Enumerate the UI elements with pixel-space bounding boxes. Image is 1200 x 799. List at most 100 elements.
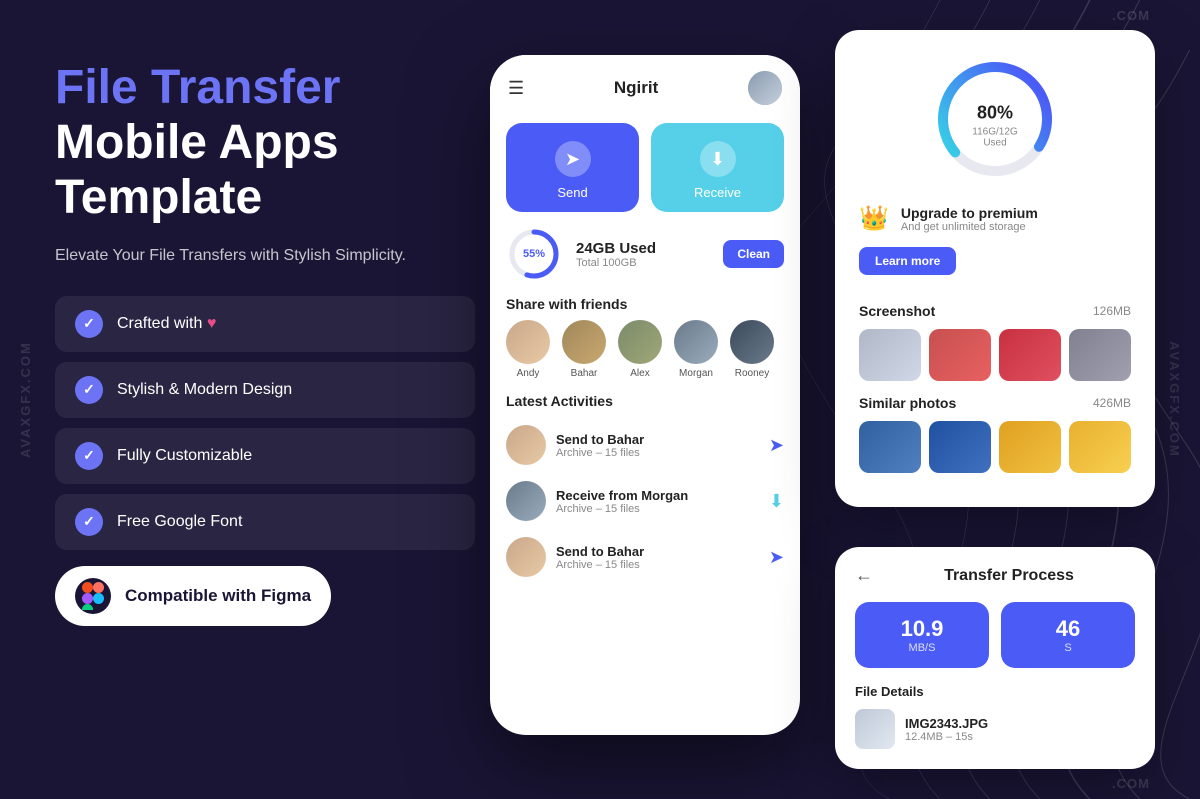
receive-button[interactable]: ⬇ Receive <box>651 123 784 212</box>
watermark-bottom-right: .COM <box>1112 776 1150 791</box>
learn-more-button[interactable]: Learn more <box>859 247 956 275</box>
activity-info-1: Send to Bahar Archive – 15 files <box>556 432 759 459</box>
file-thumbnail <box>855 709 895 749</box>
check-icon-font <box>75 508 103 536</box>
watermark-right: AVAXGFX.COM <box>1167 0 1182 799</box>
storage-used: 24GB Used <box>576 240 709 257</box>
premium-info: Upgrade to premium And get unlimited sto… <box>901 205 1131 233</box>
friend-name-andy: Andy <box>517 368 540 379</box>
feature-label-font: Free Google Font <box>117 513 242 531</box>
receive-icon: ⬇ <box>700 141 736 177</box>
crown-icon: 👑 <box>859 204 889 233</box>
send-label: Send <box>557 185 587 200</box>
activity-avatar-3 <box>506 537 546 577</box>
activity-sub-2: Archive – 15 files <box>556 503 759 515</box>
friend-avatar-morgan <box>674 320 718 364</box>
send-button[interactable]: ➤ Send <box>506 123 639 212</box>
similar-thumb-4[interactable] <box>1069 421 1131 473</box>
friend-avatar-bahar <box>562 320 606 364</box>
similar-section: Similar photos 426MB <box>859 395 1131 473</box>
feature-list: Crafted with ♥ Stylish & Modern Design F… <box>55 296 475 550</box>
premium-sub: And get unlimited storage <box>901 221 1131 233</box>
title-line1: File Transfer <box>55 61 340 114</box>
similar-header: Similar photos 426MB <box>859 395 1131 411</box>
main-title: File Transfer Mobile Apps Template <box>55 60 475 226</box>
transfer-title: Transfer Process <box>883 567 1135 585</box>
friend-bahar[interactable]: Bahar <box>562 320 606 379</box>
send-arrow-icon-3: ➤ <box>769 547 784 568</box>
gauge-wrap: 80% 116G/12G Used <box>930 54 1060 184</box>
stat-speed-unit: MB/S <box>867 642 977 654</box>
activity-info-3: Send to Bahar Archive – 15 files <box>556 544 759 571</box>
storage-circle: 55% <box>506 226 562 282</box>
activity-info-2: Receive from Morgan Archive – 15 files <box>556 488 759 515</box>
screenshot-header: Screenshot 126MB <box>859 303 1131 319</box>
friend-avatar-andy <box>506 320 550 364</box>
gauge-center: 80% 116G/12G Used <box>963 90 1028 149</box>
phone-mockup: ☰ Ngirit ➤ Send ⬇ Receive 55% 24GB Used … <box>490 55 800 735</box>
feature-label-customize: Fully Customizable <box>117 447 252 465</box>
friend-name-alex: Alex <box>630 368 649 379</box>
screenshot-thumb-1[interactable] <box>859 329 921 381</box>
file-name: IMG2343.JPG <box>905 716 988 731</box>
file-details-title: File Details <box>855 684 1135 699</box>
screenshot-thumb-4[interactable] <box>1069 329 1131 381</box>
similar-thumb-3[interactable] <box>999 421 1061 473</box>
share-title: Share with friends <box>490 296 800 320</box>
check-icon-customize <box>75 442 103 470</box>
activity-name-3: Send to Bahar <box>556 544 759 559</box>
back-arrow-icon[interactable]: ← <box>855 565 873 586</box>
friend-morgan[interactable]: Morgan <box>674 320 718 379</box>
friends-row: Andy Bahar Alex Morgan Rooney <box>490 320 800 393</box>
activity-1[interactable]: Send to Bahar Archive – 15 files ➤ <box>490 417 800 473</box>
activity-3[interactable]: Send to Bahar Archive – 15 files ➤ <box>490 529 800 585</box>
storage-gauge: 80% 116G/12G Used <box>859 54 1131 184</box>
heart-icon: ♥ <box>207 315 217 332</box>
receive-label: Receive <box>694 185 741 200</box>
screenshot-photos <box>859 329 1131 381</box>
figma-logo <box>75 578 111 614</box>
screenshot-section: Screenshot 126MB <box>859 303 1131 381</box>
screenshot-title: Screenshot <box>859 303 935 319</box>
app-title: Ngirit <box>614 78 658 98</box>
subtitle: Elevate Your File Transfers with Stylish… <box>55 244 475 268</box>
similar-thumb-2[interactable] <box>929 421 991 473</box>
file-info: IMG2343.JPG 12.4MB – 15s <box>905 716 988 743</box>
storage-card: 80% 116G/12G Used 👑 Upgrade to premium A… <box>835 30 1155 507</box>
action-buttons: ➤ Send ⬇ Receive <box>490 115 800 226</box>
similar-size: 426MB <box>1093 396 1131 410</box>
figma-badge: Compatible with Figma <box>55 566 331 626</box>
friend-alex[interactable]: Alex <box>618 320 662 379</box>
friend-avatar-alex <box>618 320 662 364</box>
feature-font: Free Google Font <box>55 494 475 550</box>
screenshot-thumb-2[interactable] <box>929 329 991 381</box>
feature-label-crafted: Crafted with ♥ <box>117 315 216 333</box>
transfer-stats: 10.9 MB/S 46 S <box>855 602 1135 668</box>
similar-title: Similar photos <box>859 395 956 411</box>
activity-avatar-1 <box>506 425 546 465</box>
screenshot-thumb-3[interactable] <box>999 329 1061 381</box>
friend-avatar-rooney <box>730 320 774 364</box>
similar-thumb-1[interactable] <box>859 421 921 473</box>
check-icon-crafted <box>75 310 103 338</box>
similar-photos <box>859 421 1131 473</box>
gauge-percent: 80% <box>963 90 1028 127</box>
file-item[interactable]: IMG2343.JPG 12.4MB – 15s <box>855 709 1135 749</box>
stat-time: 46 S <box>1001 602 1135 668</box>
friend-name-rooney: Rooney <box>735 368 769 379</box>
storage-info: 24GB Used Total 100GB <box>576 240 709 269</box>
user-avatar[interactable] <box>748 71 782 105</box>
activity-name-1: Send to Bahar <box>556 432 759 447</box>
title-line3: Template <box>55 171 262 224</box>
premium-title: Upgrade to premium <box>901 205 1131 221</box>
storage-section: 55% 24GB Used Total 100GB Clean <box>506 226 784 282</box>
friend-rooney[interactable]: Rooney <box>730 320 774 379</box>
stat-time-number: 46 <box>1013 616 1123 642</box>
menu-icon[interactable]: ☰ <box>508 78 524 99</box>
feature-customize: Fully Customizable <box>55 428 475 484</box>
friend-andy[interactable]: Andy <box>506 320 550 379</box>
feature-crafted: Crafted with ♥ <box>55 296 475 352</box>
send-icon: ➤ <box>555 141 591 177</box>
clean-button[interactable]: Clean <box>723 240 784 268</box>
activity-2[interactable]: Receive from Morgan Archive – 15 files ⬇ <box>490 473 800 529</box>
